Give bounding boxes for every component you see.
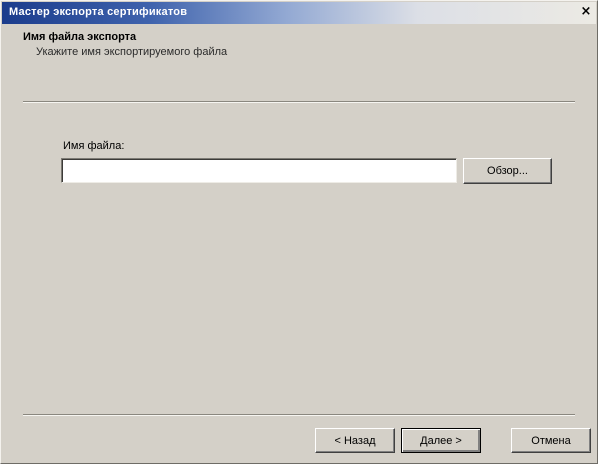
step-subtitle: Укажите имя экспортируемого файла bbox=[36, 46, 228, 58]
next-button[interactable]: Далее > bbox=[401, 428, 481, 453]
footer-divider bbox=[23, 414, 575, 416]
certificate-export-wizard-window: Мастер экспорта сертификатов × Имя файла… bbox=[0, 0, 598, 464]
file-name-input[interactable] bbox=[61, 158, 457, 183]
file-name-label: Имя файла: bbox=[63, 140, 125, 152]
cancel-button[interactable]: Отмена bbox=[511, 428, 591, 453]
step-title: Имя файла экспорта bbox=[23, 31, 137, 43]
back-button[interactable]: < Назад bbox=[315, 428, 395, 453]
title-bar[interactable]: Мастер экспорта сертификатов × bbox=[2, 2, 596, 24]
header-divider bbox=[23, 101, 575, 103]
close-icon[interactable]: × bbox=[579, 5, 593, 19]
browse-button[interactable]: Обзор... bbox=[463, 158, 552, 184]
window-title: Мастер экспорта сертификатов bbox=[9, 6, 188, 18]
